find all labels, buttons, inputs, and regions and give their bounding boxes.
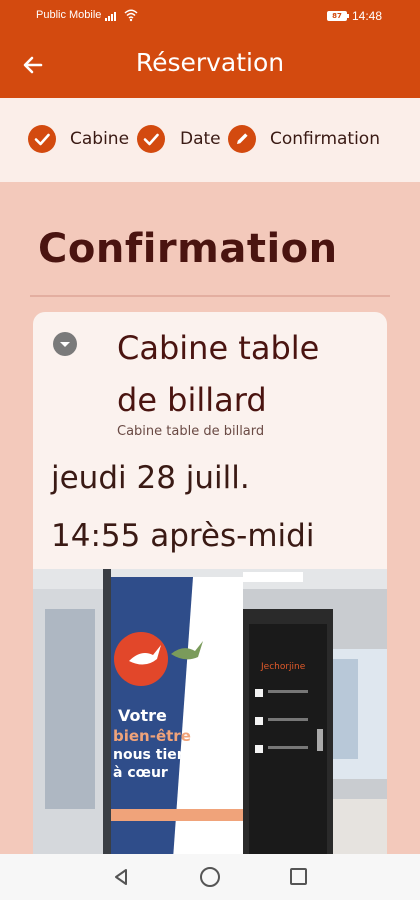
cabin-subtitle: Cabine table de billard <box>117 424 265 439</box>
step-label-cabine: Cabine <box>70 129 130 149</box>
page-title: Réservation <box>135 48 285 77</box>
app-bar: Réservation <box>0 32 420 98</box>
pencil-circle-icon <box>228 125 256 153</box>
sign-text-line1: Votre <box>118 706 167 725</box>
booking-time: 14:55 après-midi <box>51 518 315 554</box>
sign-text-line2: bien-être <box>113 727 191 745</box>
divider <box>30 295 390 297</box>
booking-date: jeudi 28 juill. <box>51 460 250 496</box>
check-circle-icon <box>28 125 56 153</box>
system-nav-bar <box>0 854 420 900</box>
triangle-back-icon[interactable] <box>111 867 131 887</box>
cabin-title: Cabine table de billard <box>117 329 320 419</box>
status-time: 14:48 <box>352 9 383 23</box>
circle-home-icon[interactable] <box>200 867 220 887</box>
door-brand-text: Jechorjine <box>260 662 306 672</box>
sign-text-line4: à cœur <box>113 765 168 781</box>
wifi-icon <box>124 9 138 22</box>
step-label-confirmation: Confirmation <box>270 129 380 149</box>
step-label-date: Date <box>180 129 221 149</box>
check-circle-icon <box>137 125 165 153</box>
signal-icon <box>105 10 116 21</box>
status-bar: Public Mobile 87 14:48 <box>0 0 420 32</box>
square-recent-icon[interactable] <box>290 868 307 885</box>
battery-icon: 87 <box>327 11 349 21</box>
carrier-name: Public Mobile <box>36 9 102 21</box>
chevron-down-circle-icon[interactable] <box>53 332 77 356</box>
main-content[interactable]: Confirmation Cabine table de billard Cab… <box>0 182 420 854</box>
reservation-stepper: Cabine Date Confirmation <box>0 98 420 182</box>
section-title: Confirmation <box>38 226 338 272</box>
sign-text-line3: nous tient <box>113 747 194 763</box>
booking-card[interactable]: Cabine table de billard Cabine table de … <box>33 312 387 854</box>
cabin-photo: Votre bien-être nous tient à cœur Jechor… <box>33 569 387 854</box>
